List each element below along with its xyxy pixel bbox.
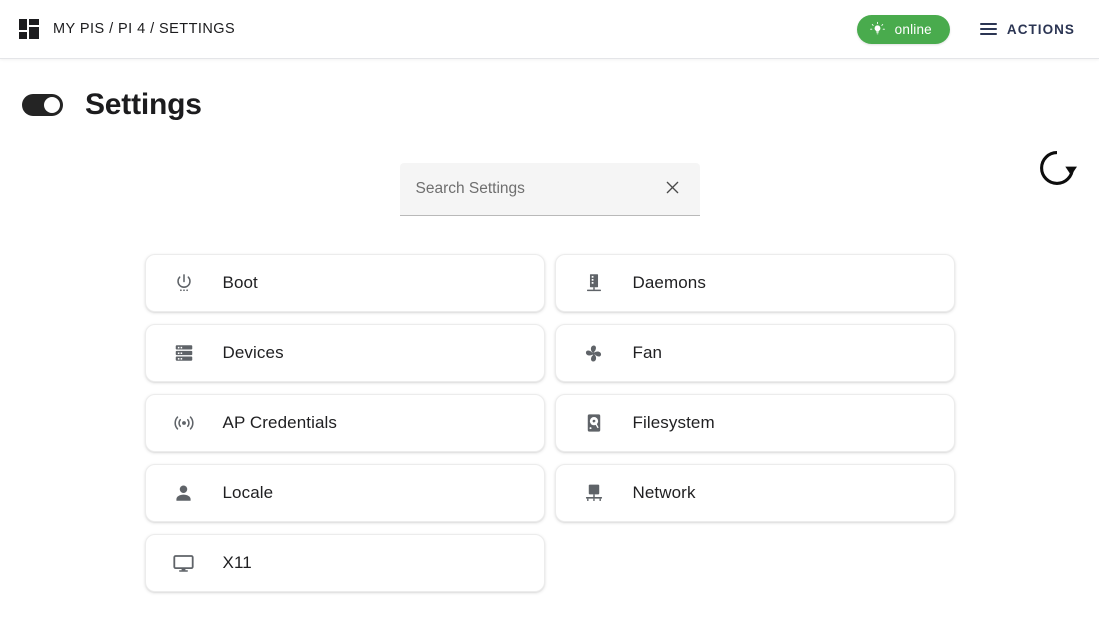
top-app-bar: MY PIS / PI 4 / SETTINGS online ACTIONS <box>0 0 1099 59</box>
search-input[interactable] <box>415 180 660 198</box>
settings-grid: Boot Daemons Devices Fan AP Credentials … <box>144 254 955 592</box>
settings-tile-label: Boot <box>222 273 258 292</box>
storage-stack-icon <box>172 341 196 365</box>
actions-button-label: ACTIONS <box>1006 21 1075 37</box>
search-area <box>0 163 1099 216</box>
clear-search-button[interactable] <box>660 176 686 202</box>
page-title: Settings <box>85 88 202 121</box>
settings-tile-label: X11 <box>222 553 252 572</box>
settings-tile-label: Filesystem <box>632 413 715 432</box>
settings-tile-locale[interactable]: Locale <box>144 464 545 522</box>
settings-tile-boot[interactable]: Boot <box>144 254 545 312</box>
page-header: Settings <box>0 59 1099 185</box>
lightbulb-icon <box>869 21 886 38</box>
hard-disk-icon <box>582 411 606 435</box>
settings-tile-x11[interactable]: X11 <box>144 534 545 592</box>
settings-tile-filesystem[interactable]: Filesystem <box>554 394 955 452</box>
broadcast-rss-icon <box>172 411 196 435</box>
refresh-button[interactable] <box>1033 145 1081 193</box>
close-icon <box>663 178 682 200</box>
settings-tile-network[interactable]: Network <box>554 464 955 522</box>
person-icon <box>172 481 196 505</box>
status-badge-label: online <box>894 21 932 37</box>
advanced-toggle[interactable] <box>22 94 63 116</box>
topbar-left-group: MY PIS / PI 4 / SETTINGS <box>16 19 857 39</box>
server-tower-icon <box>582 271 606 295</box>
toggle-knob <box>44 97 60 113</box>
settings-tile-label: Locale <box>222 483 274 502</box>
settings-tile-devices[interactable]: Devices <box>144 324 545 382</box>
monitor-icon <box>172 551 196 575</box>
status-badge[interactable]: online <box>856 14 950 44</box>
settings-tile-fan[interactable]: Fan <box>554 324 955 382</box>
settings-tile-label: Devices <box>222 343 284 362</box>
settings-tile-label: Network <box>632 483 696 502</box>
fan-blades-icon <box>582 341 606 365</box>
actions-button[interactable]: ACTIONS <box>972 18 1083 41</box>
settings-tile-label: Fan <box>632 343 663 362</box>
settings-tile-ap-credentials[interactable]: AP Credentials <box>144 394 545 452</box>
search-field[interactable] <box>399 163 700 216</box>
breadcrumb[interactable]: MY PIS / PI 4 / SETTINGS <box>53 21 235 37</box>
network-computer-icon <box>582 481 606 505</box>
settings-tile-daemons[interactable]: Daemons <box>554 254 955 312</box>
hamburger-menu-icon <box>979 23 997 35</box>
refresh-icon <box>1037 148 1077 191</box>
settings-tile-label: Daemons <box>632 273 706 292</box>
topbar-right-group: online ACTIONS <box>856 14 1083 44</box>
settings-tile-label: AP Credentials <box>222 413 337 432</box>
power-settings-icon <box>172 271 196 295</box>
grid-dashboard-icon[interactable] <box>19 19 39 39</box>
